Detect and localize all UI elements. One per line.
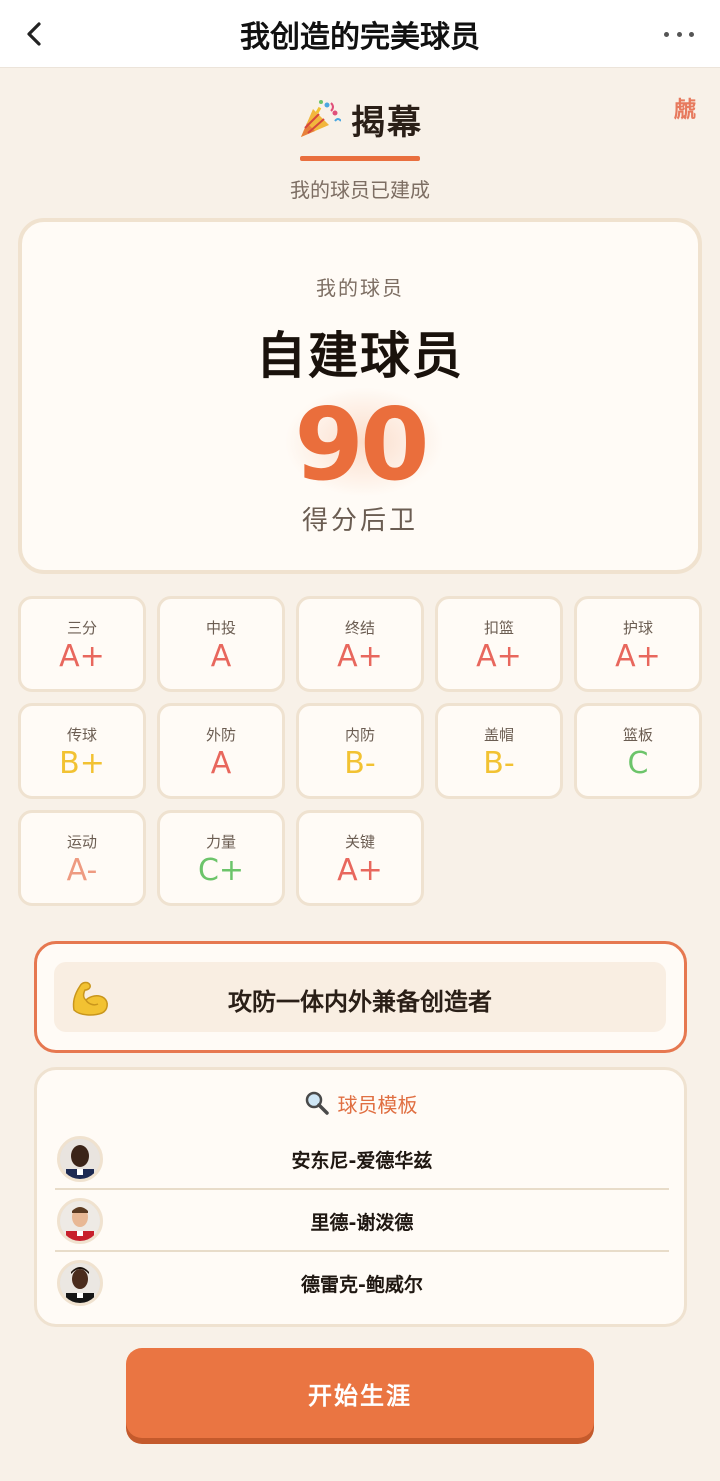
page-title: 我创造的完美球员 xyxy=(240,20,480,55)
attribute-card: 内防 B- xyxy=(296,703,424,799)
start-career-label: 开始生涯 xyxy=(308,1382,412,1410)
party-popper-icon xyxy=(301,100,341,137)
attribute-grade: B- xyxy=(344,746,376,781)
attribute-name: 三分 xyxy=(66,619,97,637)
attribute-card: 篮板 C xyxy=(574,703,702,799)
overall-rating: 90 xyxy=(294,386,429,503)
corner-stamp-logo: 虤 xyxy=(673,97,696,123)
attribute-grade: A- xyxy=(66,853,98,888)
start-career-button[interactable]: 开始生涯 xyxy=(126,1348,594,1438)
attribute-grade: C xyxy=(627,746,649,781)
attribute-name: 篮板 xyxy=(622,726,653,744)
attribute-name: 护球 xyxy=(622,619,653,637)
player-position: 得分后卫 xyxy=(301,506,418,536)
attribute-card: 传球 B+ xyxy=(18,703,146,799)
title-underline xyxy=(300,156,420,161)
top-nav-bar: 我创造的完美球员 xyxy=(0,0,720,68)
template-player-name: 里德-谢泼德 xyxy=(310,1212,414,1234)
attribute-grade: A xyxy=(210,639,232,674)
player-card: 我的球员 自建球员 90 得分后卫 xyxy=(18,218,702,574)
templates-header: 球员模板 xyxy=(37,1088,684,1118)
attribute-name: 内防 xyxy=(344,726,375,744)
template-row[interactable]: 里德-谢泼德 xyxy=(55,1190,669,1252)
attribute-grid: 三分 A+ 中投 A 终结 A+ 扣篮 A+ 护球 A+ 传球 B+ 外防 A … xyxy=(18,596,704,908)
reveal-subtitle: 我的球员已建成 xyxy=(290,178,430,202)
reveal-header: 揭幕 xyxy=(0,92,720,146)
more-dot-icon xyxy=(664,31,669,37)
attribute-name: 终结 xyxy=(344,619,375,637)
attribute-card: 扣篮 A+ xyxy=(435,596,563,692)
attribute-card: 关键 A+ xyxy=(296,810,424,906)
more-options-button[interactable] xyxy=(664,24,694,44)
attribute-card: 外防 A xyxy=(157,703,285,799)
template-player-name: 德雷克-鲍威尔 xyxy=(301,1274,423,1296)
attribute-grade: C+ xyxy=(197,853,245,888)
template-row[interactable]: 安东尼-爱德华兹 xyxy=(55,1128,669,1190)
attribute-grade: A xyxy=(210,746,232,781)
attribute-name: 扣篮 xyxy=(483,619,514,637)
template-player-name: 安东尼-爱德华兹 xyxy=(291,1150,433,1172)
attribute-grade: A+ xyxy=(337,639,383,674)
attribute-grade: B- xyxy=(483,746,515,781)
attribute-card: 护球 A+ xyxy=(574,596,702,692)
more-dot-icon xyxy=(689,31,694,37)
archetype-card: 攻防一体内外兼备创造者 xyxy=(34,941,687,1053)
template-row[interactable]: 德雷克-鲍威尔 xyxy=(55,1252,669,1314)
attribute-name: 关键 xyxy=(344,833,375,851)
attribute-grade: A+ xyxy=(337,853,383,888)
attribute-name: 盖帽 xyxy=(483,726,514,744)
attribute-name: 外防 xyxy=(205,726,236,744)
attribute-grade: A+ xyxy=(615,639,661,674)
attribute-name: 传球 xyxy=(66,726,97,744)
reveal-title: 揭幕 xyxy=(351,102,423,143)
templates-title: 球员模板 xyxy=(337,1092,418,1117)
attribute-grade: A+ xyxy=(59,639,105,674)
attribute-card: 运动 A- xyxy=(18,810,146,906)
attribute-grade: A+ xyxy=(476,639,522,674)
attribute-card: 中投 A xyxy=(157,596,285,692)
more-dot-icon xyxy=(676,31,682,37)
player-name: 自建球员 xyxy=(256,327,464,385)
attribute-card: 力量 C+ xyxy=(157,810,285,906)
attribute-name: 运动 xyxy=(66,833,97,851)
archetype-text: 攻防一体内外兼备创造者 xyxy=(228,988,492,1016)
attribute-card: 终结 A+ xyxy=(296,596,424,692)
archetype-banner: 攻防一体内外兼备创造者 xyxy=(54,962,666,1032)
attribute-card: 盖帽 B- xyxy=(435,703,563,799)
card-label: 我的球员 xyxy=(316,276,404,300)
attribute-grade: B+ xyxy=(59,746,105,781)
attribute-name: 中投 xyxy=(205,619,236,637)
magnifier-icon xyxy=(305,1091,329,1115)
attribute-name: 力量 xyxy=(205,833,236,851)
player-templates-panel: 球员模板 安东尼-爱德华兹 里德-谢泼德 德雷克-鲍威尔 xyxy=(34,1067,687,1327)
attribute-card: 三分 A+ xyxy=(18,596,146,692)
